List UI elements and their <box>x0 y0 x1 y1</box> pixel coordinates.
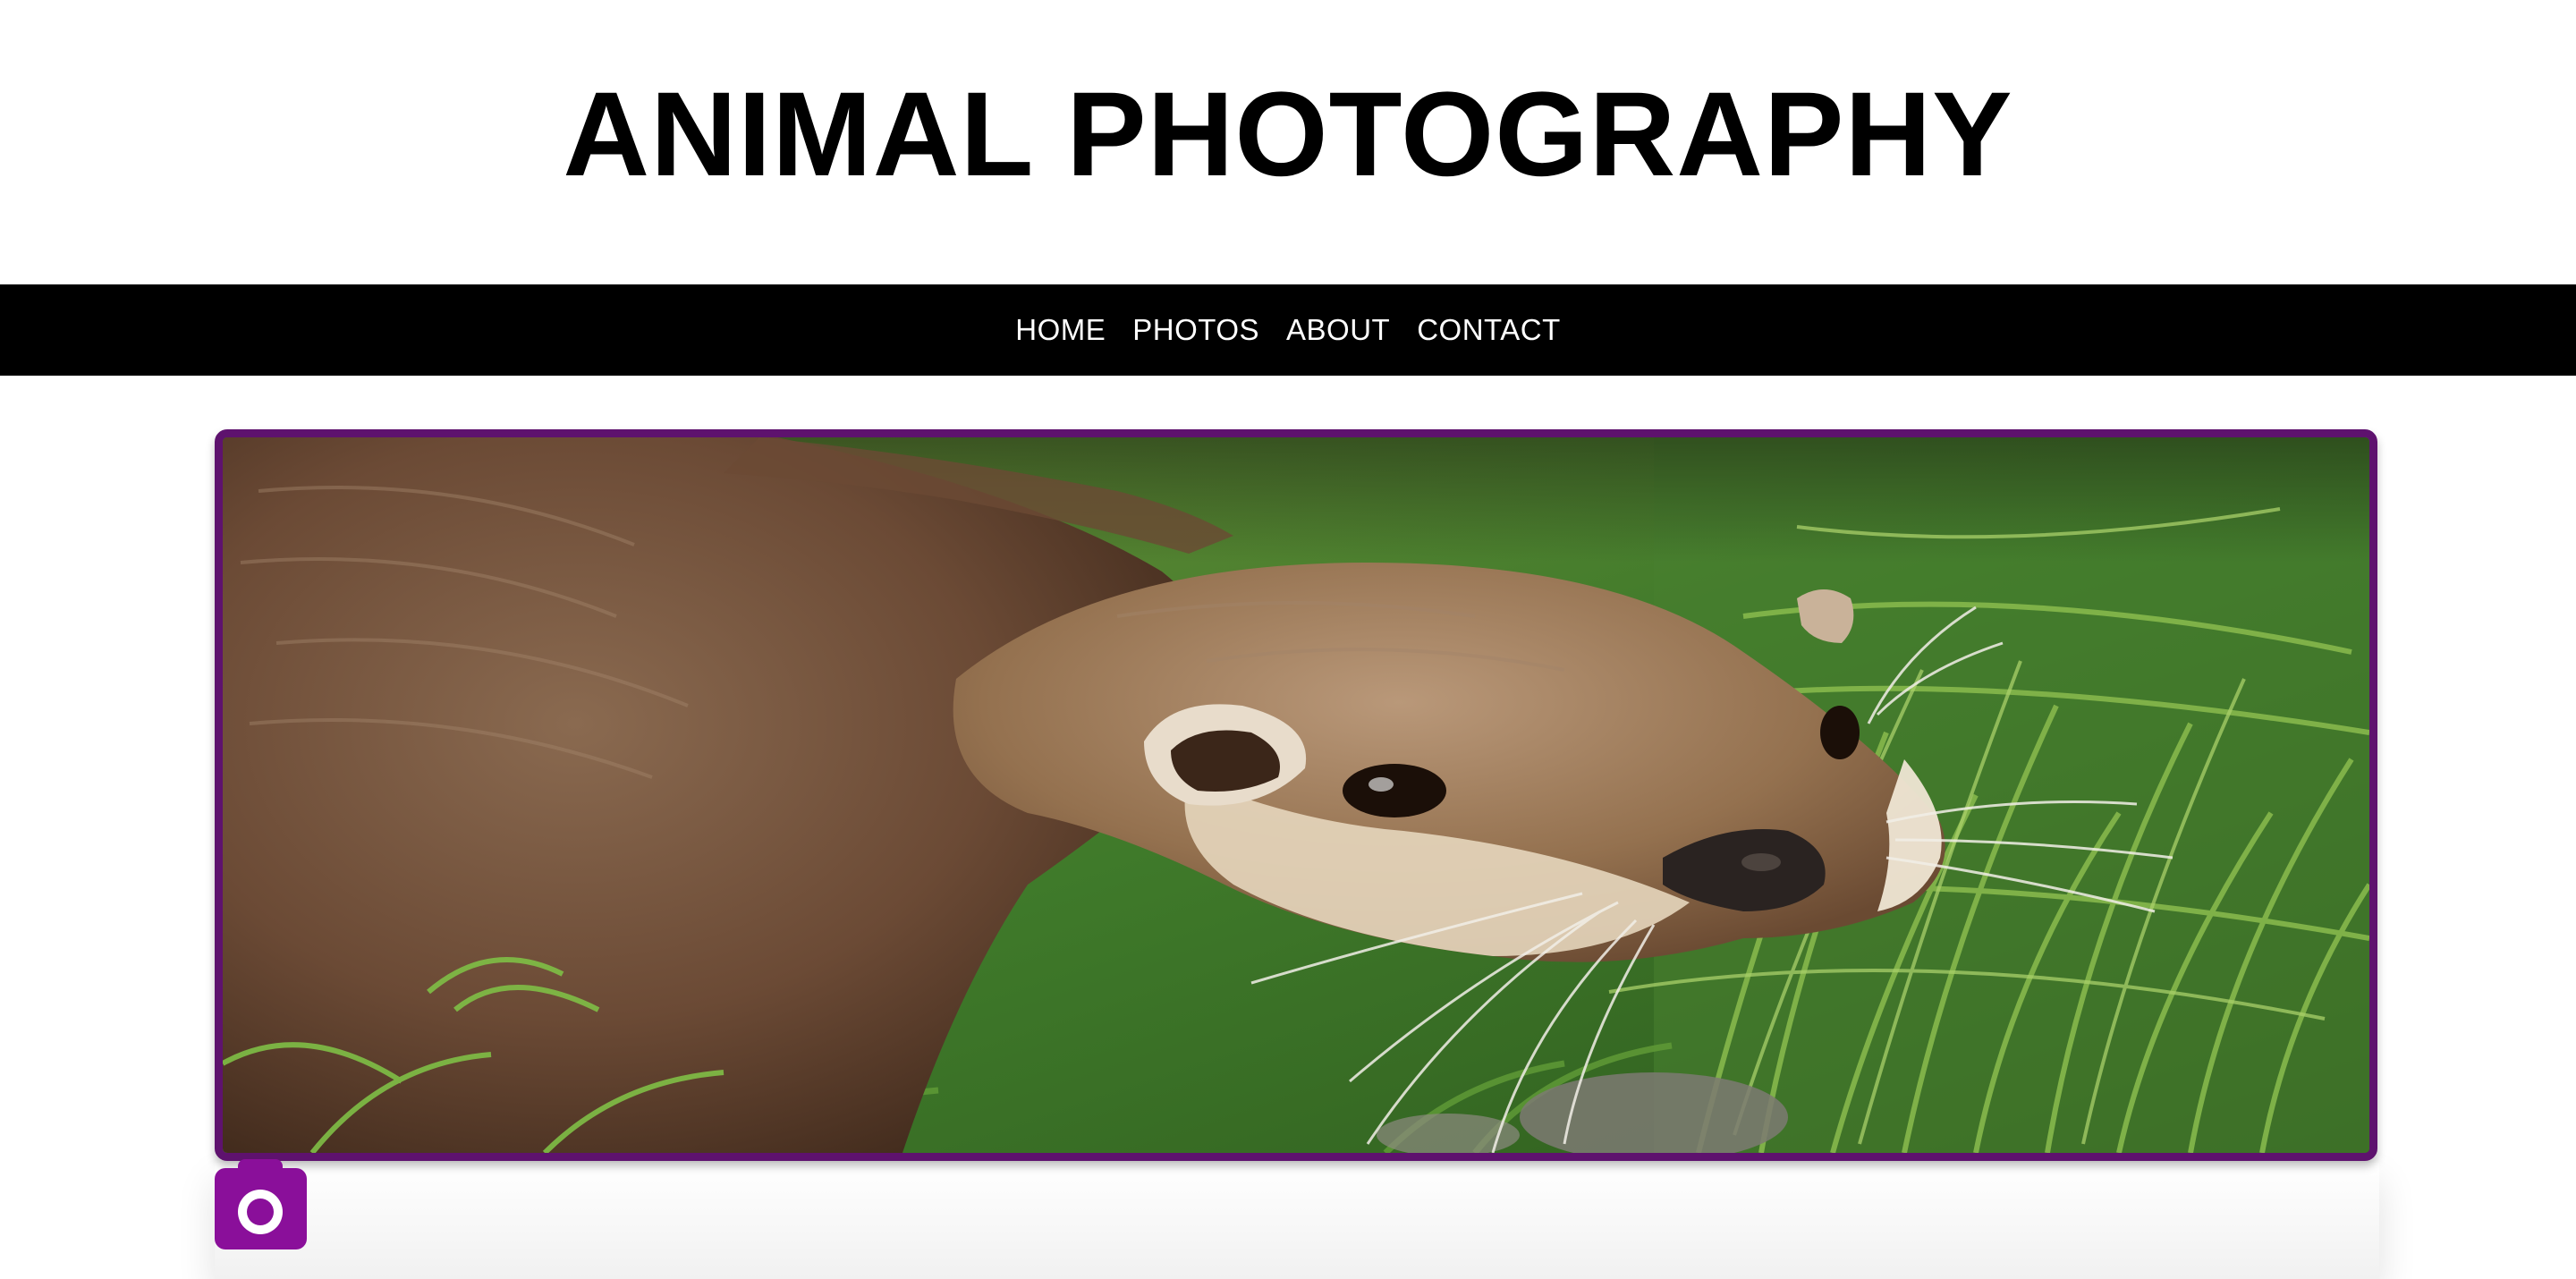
nav-item-contact[interactable]: CONTACT <box>1417 313 1561 346</box>
site-title: ANIMAL PHOTOGRAPHY <box>563 68 2013 201</box>
nav-item-photos[interactable]: PHOTOS <box>1132 313 1259 346</box>
camera-button[interactable] <box>215 1159 307 1249</box>
nav-list: HOME PHOTOS ABOUT CONTACT <box>1015 313 1561 347</box>
camera-icon <box>238 1190 283 1234</box>
hero-otter-photo <box>223 437 2369 1153</box>
nav-bar: HOME PHOTOS ABOUT CONTACT <box>0 284 2576 376</box>
nav-item-home[interactable]: HOME <box>1015 313 1106 346</box>
hero-image-frame <box>215 429 2377 1161</box>
content-panel <box>215 1163 2379 1279</box>
site-header: ANIMAL PHOTOGRAPHY <box>0 0 2576 284</box>
camera-icon-top <box>238 1159 283 1173</box>
nav-item-about[interactable]: ABOUT <box>1286 313 1390 346</box>
